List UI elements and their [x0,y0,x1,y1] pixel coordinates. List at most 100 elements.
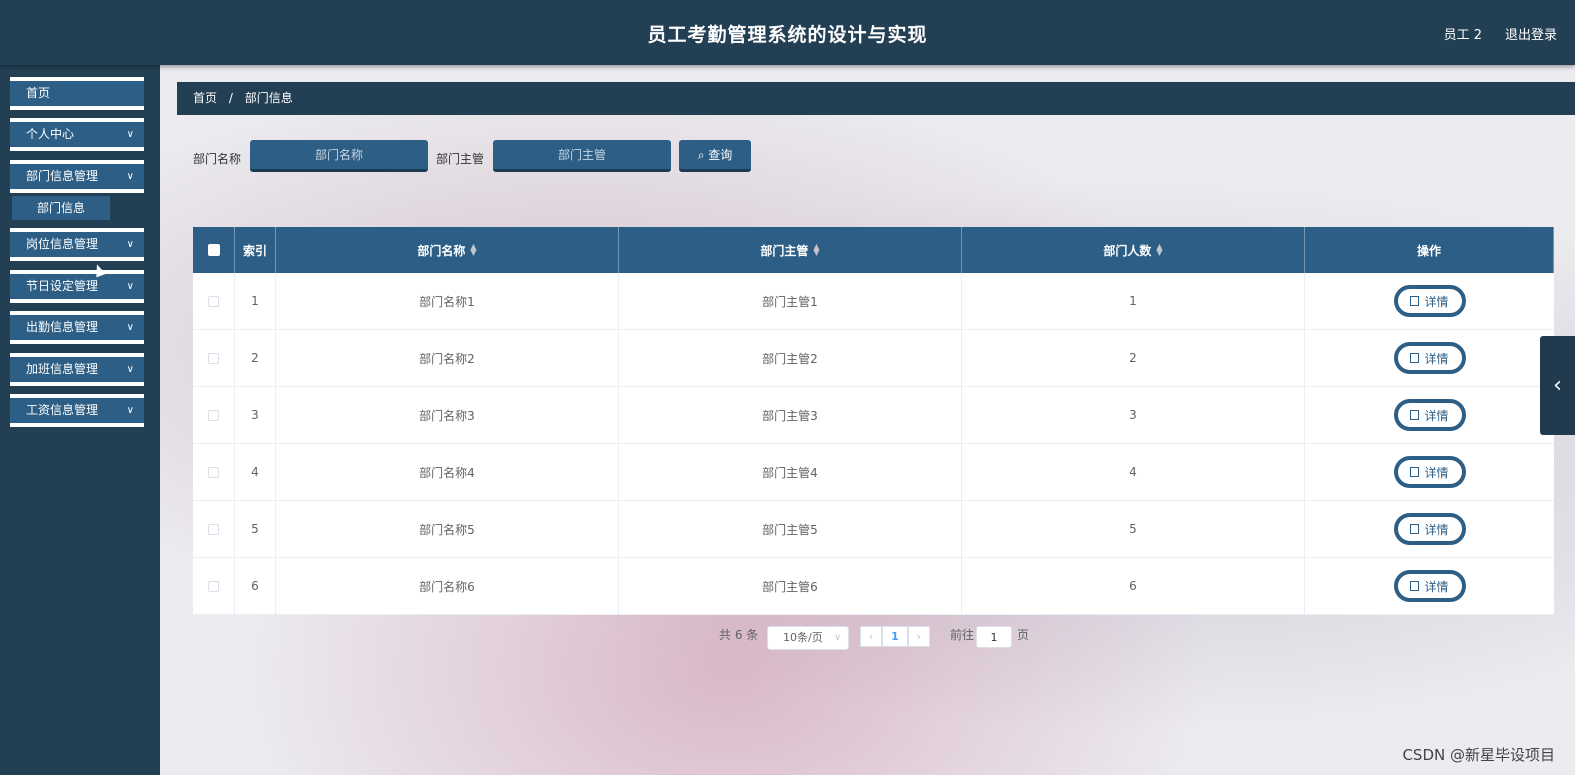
row-checkbox-cell [193,558,235,614]
row-department-name: 部门名称5 [276,501,619,557]
chevron-left-icon: ‹ [1553,373,1562,398]
side-panel-toggle[interactable]: ‹ [1540,336,1575,435]
row-department-manager: 部门主管1 [619,273,962,329]
row-department-count: 3 [962,387,1305,443]
detail-button[interactable]: 详情 [1393,513,1466,545]
sidebar-item-label: 首页 [26,86,51,100]
row-index: 3 [235,387,276,443]
chevron-down-icon: ∨ [126,171,134,182]
sidebar-item-personal-center[interactable]: 个人中心 ∨ [10,118,144,151]
row-department-name: 部门名称1 [276,273,619,329]
document-icon [1410,524,1420,534]
goto-label: 前往 [950,628,975,642]
page-size-value: 10条/页 [783,631,823,644]
page-size-select[interactable]: 10条/页 ∨ [767,626,849,650]
detail-button-label: 详情 [1424,465,1449,480]
chevron-down-icon: ∨ [834,633,841,643]
chevron-down-icon: ∨ [126,322,134,333]
document-icon [1410,353,1420,363]
header-count-label: 部门人数 [1103,243,1152,258]
row-actions: 详情 [1305,501,1554,557]
sort-icon[interactable]: ▲ ▼ [470,243,476,257]
sort-icon[interactable]: ▲ ▼ [813,243,819,257]
sort-icon[interactable]: ▲ ▼ [1156,243,1162,257]
sidebar-item-overtime-management[interactable]: 加班信息管理 ∨ [10,353,144,386]
row-department-manager: 部门主管5 [619,501,962,557]
row-department-count: 4 [962,444,1305,500]
department-name-input[interactable] [250,140,428,172]
detail-button-label: 详情 [1424,579,1449,594]
chevron-down-icon: ∨ [126,239,134,250]
sidebar-item-label: 工资信息管理 [26,403,99,417]
row-checkbox-cell [193,330,235,386]
sidebar-item-label: 加班信息管理 [26,362,99,376]
table-row: 4 部门名称4 部门主管4 4 详情 [193,444,1554,501]
chevron-down-icon: ∨ [126,364,134,375]
row-department-manager: 部门主管3 [619,387,962,443]
breadcrumb-home[interactable]: 首页 [193,91,217,105]
row-checkbox[interactable] [208,580,219,592]
select-all-checkbox[interactable] [207,244,220,256]
row-checkbox[interactable] [208,409,219,421]
sidebar-item-salary-management[interactable]: 工资信息管理 ∨ [10,394,144,427]
row-department-manager: 部门主管2 [619,330,962,386]
header-manager[interactable]: 部门主管 ▲ ▼ [619,227,962,273]
row-checkbox-cell [193,444,235,500]
row-checkbox[interactable] [208,466,219,478]
detail-button[interactable]: 详情 [1393,285,1466,317]
row-checkbox-cell [193,501,235,557]
detail-button-label: 详情 [1424,351,1449,366]
row-department-manager: 部门主管6 [619,558,962,614]
row-checkbox[interactable] [208,352,219,364]
sidebar-item-department-management[interactable]: 部门信息管理 ∨ [10,160,144,193]
sidebar-subitem-department-info[interactable]: 部门信息 [12,196,110,220]
prev-page-button[interactable]: ‹ [860,626,882,647]
header-name-label: 部门名称 [417,243,466,258]
main-content: 首页 / 部门信息 部门名称 部门主管 ⌕ 查询 索引 部门名称 ▲▼ 部门主管 ▲… [160,65,1575,775]
row-checkbox[interactable] [208,523,219,535]
logout-link[interactable]: 退出登录 [1505,24,1557,43]
total-count: 共 6 条 [719,628,759,642]
app-title: 员工考勤管理系统的设计与实现 [647,24,928,46]
row-actions: 详情 [1305,273,1554,329]
sidebar-item-holiday-management[interactable]: 节日设定管理 ∨ [10,270,144,303]
row-index: 2 [235,330,276,386]
user-name[interactable]: 员工 2 [1444,24,1482,43]
header-manager-label: 部门主管 [760,243,809,258]
next-page-button[interactable]: › [908,626,930,647]
sidebar-item-label: 部门信息管理 [26,169,99,183]
department-manager-label: 部门主管 [436,152,485,166]
header-name[interactable]: 部门名称 ▲ ▼ [276,227,619,273]
row-checkbox-cell [193,273,235,329]
row-department-name: 部门名称2 [276,330,619,386]
table-row: 6 部门名称6 部门主管6 6 详情 [193,558,1554,615]
row-checkbox[interactable] [208,295,219,307]
chevron-down-icon: ∨ [126,129,134,140]
row-department-count: 2 [962,330,1305,386]
page-number-current[interactable]: 1 [882,626,908,647]
sidebar-item-position-management[interactable]: 岗位信息管理 ∨ [10,228,144,261]
sidebar-item-label: 岗位信息管理 [26,237,99,251]
detail-button[interactable]: 详情 [1393,456,1466,488]
sidebar-item-label: 节日设定管理 [26,279,99,293]
chevron-down-icon: ∨ [126,405,134,416]
department-manager-input[interactable] [493,140,671,172]
detail-button[interactable]: 详情 [1393,399,1466,431]
table-body: 1 部门名称1 部门主管1 1 详情 2 部门名称2 部门主管2 2 详情 3 部门名称3 部门主管3 3… [193,273,1554,615]
detail-button-label: 详情 [1424,408,1449,423]
breadcrumb-separator: / [228,91,233,105]
sidebar-item-home[interactable]: 首页 [10,77,144,110]
row-index: 5 [235,501,276,557]
detail-button[interactable]: 详情 [1393,570,1466,602]
goto-page-input[interactable] [976,626,1012,648]
chevron-down-icon: ∨ [126,281,134,292]
row-index: 1 [235,273,276,329]
header-count[interactable]: 部门人数 ▲ ▼ [962,227,1305,273]
sidebar-item-attendance-management[interactable]: 出勤信息管理 ∨ [10,311,144,344]
detail-button-label: 详情 [1424,294,1449,309]
query-button[interactable]: ⌕ 查询 [679,140,751,172]
document-icon [1410,581,1420,591]
detail-button[interactable]: 详情 [1393,342,1466,374]
table-row: 1 部门名称1 部门主管1 1 详情 [193,273,1554,330]
top-header: 员工考勤管理系统的设计与实现 员工 2 退出登录 [0,0,1575,65]
